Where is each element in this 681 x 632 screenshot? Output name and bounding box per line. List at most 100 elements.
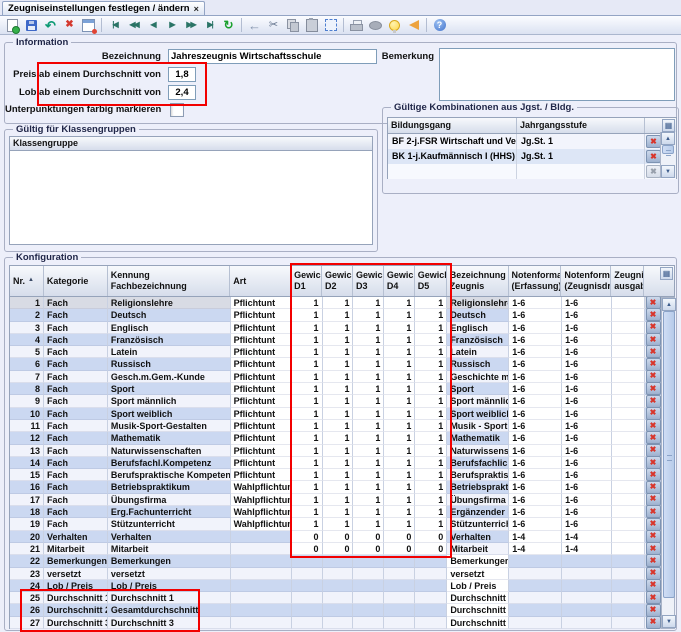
cell-ausgabe[interactable] <box>612 518 645 530</box>
table-row[interactable]: 4FachFranzösischPflichtunt11111Französis… <box>10 334 661 346</box>
scroll-down-icon[interactable]: ▼ <box>661 165 675 178</box>
cell-art[interactable]: Pflichtunt <box>231 322 292 334</box>
cell-nf1[interactable]: 1-6 <box>509 371 562 383</box>
cell-nf2[interactable] <box>562 580 612 592</box>
cell-d1[interactable]: 1 <box>292 518 323 530</box>
cell-art[interactable] <box>231 531 292 543</box>
cell-bezeichnung[interactable]: Religionslehre <box>447 297 509 309</box>
cell-d2[interactable]: 1 <box>323 358 354 370</box>
cell-kategorie[interactable]: Fach <box>44 506 108 518</box>
cell-nr[interactable]: 27 <box>10 617 44 629</box>
cut-button[interactable] <box>264 17 283 34</box>
cell-kennung[interactable]: Übungsfirma <box>108 494 231 506</box>
cell-d3[interactable] <box>353 617 384 629</box>
cell-art[interactable] <box>231 568 292 580</box>
cell[interactable]: BK 1-j.Kaufmännisch I (HHS) <box>388 149 517 164</box>
table-row[interactable]: 3FachEnglischPflichtunt11111Englisch1-61… <box>10 322 661 334</box>
print-button[interactable] <box>347 17 366 34</box>
cell-kennung[interactable]: Französisch <box>108 334 231 346</box>
delete-row-icon[interactable]: ✖ <box>646 150 661 163</box>
cell-d3[interactable]: 1 <box>353 309 384 321</box>
cell-nr[interactable]: 11 <box>10 420 44 432</box>
cell-nr[interactable]: 12 <box>10 432 44 444</box>
cell-nf2[interactable] <box>562 555 612 567</box>
cell-nf2[interactable]: 1-6 <box>562 420 612 432</box>
cell-d5[interactable]: 1 <box>415 309 447 321</box>
cell-bezeichnung[interactable]: Deutsch <box>447 309 509 321</box>
cell-d4[interactable]: 1 <box>384 445 415 457</box>
cell-nr[interactable]: 3 <box>10 322 44 334</box>
cell-d2[interactable]: 1 <box>323 420 354 432</box>
nav-prev-button[interactable] <box>143 17 162 34</box>
kategorie-column-header[interactable]: Kategorie <box>44 266 108 296</box>
cell-d3[interactable]: 1 <box>353 395 384 407</box>
cell-nr[interactable]: 21 <box>10 543 44 555</box>
cell-nr[interactable]: 2 <box>10 309 44 321</box>
cell-ausgabe[interactable] <box>612 297 645 309</box>
cell-kategorie[interactable]: Durchschnitt 2 <box>44 604 108 616</box>
cell-d1[interactable]: 1 <box>292 481 323 493</box>
cell-d1[interactable]: 1 <box>292 383 323 395</box>
cell-d2[interactable]: 1 <box>323 395 354 407</box>
table-row[interactable]: 7FachGesch.m.Gem.-KundePflichtunt11111Ge… <box>10 371 661 383</box>
cell-nf1[interactable]: 1-6 <box>509 469 562 481</box>
column-chooser-icon[interactable]: ▦ <box>660 267 673 280</box>
cell-d5[interactable] <box>415 604 447 616</box>
cell-ausgabe[interactable] <box>612 592 645 604</box>
cell-d3[interactable]: 1 <box>353 420 384 432</box>
cell-bezeichnung[interactable]: Mathematik <box>447 432 509 444</box>
table-row[interactable]: 19FachStützunterrichtWahlpflichtunt11111… <box>10 518 661 530</box>
cell-ausgabe[interactable] <box>612 383 645 395</box>
cell-d1[interactable]: 1 <box>292 445 323 457</box>
paste-button[interactable] <box>302 17 321 34</box>
delete-row-icon[interactable]: ✖ <box>646 297 661 309</box>
cell-bezeichnung[interactable]: Durchschnitt 1 <box>447 592 509 604</box>
cell-d2[interactable]: 0 <box>323 543 354 555</box>
tab-zeugniseinstellungen[interactable]: Zeugniseinstellungen festlegen / ändern … <box>2 1 205 15</box>
cell-d4[interactable]: 1 <box>384 408 415 420</box>
delete-row-icon[interactable]: ✖ <box>646 333 661 346</box>
cell-d3[interactable]: 1 <box>353 383 384 395</box>
cell-art[interactable]: Pflichtunt <box>231 383 292 395</box>
cell-d1[interactable]: 1 <box>292 334 323 346</box>
delete-row-icon[interactable]: ✖ <box>646 579 661 592</box>
cell-kategorie[interactable]: Fach <box>44 445 108 457</box>
kombination-row[interactable]: ✖ <box>388 164 676 179</box>
cell-nf1[interactable] <box>509 568 562 580</box>
table-row[interactable]: 10FachSport weiblichPflichtunt11111Sport… <box>10 408 661 420</box>
cell-d1[interactable] <box>292 555 323 567</box>
cell-nf2[interactable]: 1-6 <box>562 481 612 493</box>
cell-bezeichnung[interactable]: Sport männlich <box>447 395 509 407</box>
cell-nf1[interactable]: 1-4 <box>509 543 562 555</box>
cell-nf1[interactable]: 1-6 <box>509 383 562 395</box>
delete-row-icon[interactable]: ✖ <box>646 308 661 321</box>
cell-nf1[interactable]: 1-6 <box>509 309 562 321</box>
nav-first-button[interactable] <box>105 17 124 34</box>
cell-nr[interactable]: 18 <box>10 506 44 518</box>
cell-d5[interactable]: 1 <box>415 469 447 481</box>
cell-d4[interactable]: 1 <box>384 309 415 321</box>
cell[interactable] <box>388 164 517 179</box>
cell-bezeichnung[interactable]: Betriebsprakti... <box>447 481 509 493</box>
cell-d3[interactable]: 0 <box>353 543 384 555</box>
cell-art[interactable]: Wahlpflichtunt <box>231 518 292 530</box>
cell-d5[interactable]: 0 <box>415 543 447 555</box>
cell-d3[interactable]: 1 <box>353 408 384 420</box>
cell-d5[interactable]: 1 <box>415 383 447 395</box>
cell-nr[interactable]: 1 <box>10 297 44 309</box>
cell-kennung[interactable]: Berufsfachl.Kompetenz <box>108 457 231 469</box>
cell-nf1[interactable]: 1-6 <box>509 395 562 407</box>
scrollbar-thumb[interactable] <box>662 145 674 154</box>
delete-row-icon[interactable]: ✖ <box>646 616 661 629</box>
cell-nf2[interactable] <box>562 604 612 616</box>
cell-d3[interactable]: 1 <box>353 334 384 346</box>
cell-kategorie[interactable]: Fach <box>44 420 108 432</box>
cell-bezeichnung[interactable]: Sport <box>447 383 509 395</box>
cell-d1[interactable]: 1 <box>292 358 323 370</box>
cell-d4[interactable]: 1 <box>384 346 415 358</box>
cell-bezeichnung[interactable]: Russisch <box>447 358 509 370</box>
klassengruppe-column-header[interactable]: Klassengruppe <box>10 137 372 150</box>
table-row[interactable]: 21MitarbeitMitarbeit00000Mitarbeit1-41-4… <box>10 543 661 555</box>
cell-bezeichnung[interactable]: Bemerkungen <box>447 555 509 567</box>
cell-bezeichnung[interactable]: Übungsfirma <box>447 494 509 506</box>
